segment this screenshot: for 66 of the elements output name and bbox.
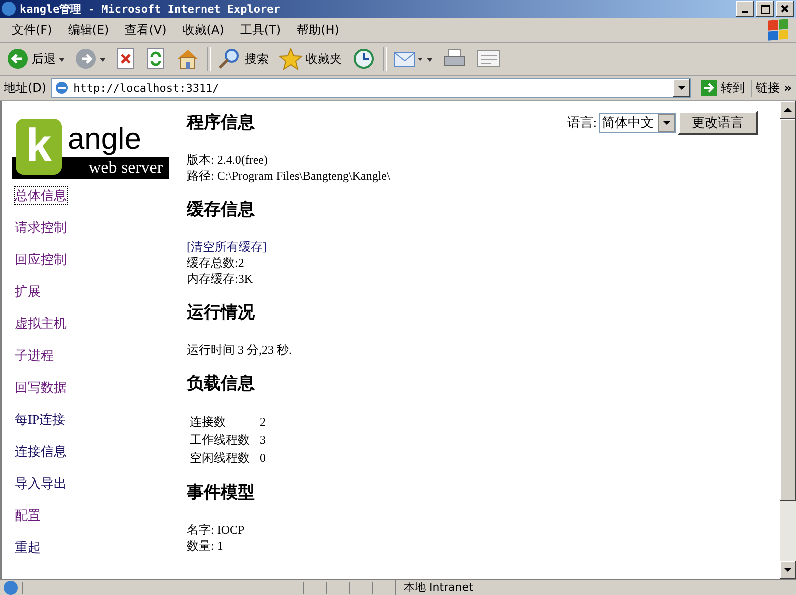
section-heading: 缓存信息 bbox=[187, 199, 255, 221]
section-heading: 运行情况 bbox=[187, 302, 255, 324]
section-heading: 程序信息 bbox=[187, 112, 255, 134]
windows-flag-icon bbox=[768, 19, 788, 41]
nav-link[interactable]: 每IP连接 bbox=[15, 411, 66, 428]
nav-link[interactable]: 扩展 bbox=[15, 283, 41, 300]
zone-text: 本地 Intranet bbox=[395, 580, 796, 595]
nav-link[interactable]: 配置 bbox=[15, 507, 41, 524]
section-heading: 事件模型 bbox=[187, 482, 255, 504]
dropdown-button[interactable] bbox=[673, 79, 690, 97]
arrow-circle-icon bbox=[7, 48, 29, 70]
info-text: 缓存总数:2 bbox=[187, 255, 246, 271]
nav-link[interactable]: 子进程 bbox=[15, 347, 54, 364]
info-text: 路径: C:\Program Files\Bangteng\Kangle\ bbox=[187, 168, 392, 184]
menu-item[interactable]: 编辑(E) bbox=[60, 22, 118, 38]
refresh-icon bbox=[146, 48, 166, 70]
table-cell-text: 空闲线程数 bbox=[190, 450, 251, 467]
table-cell-text: 0 bbox=[260, 450, 266, 467]
menu-item[interactable]: 查看(V) bbox=[117, 22, 175, 38]
info-text: 数量: 1 bbox=[187, 538, 224, 554]
nav-link[interactable]: 总体信息 bbox=[15, 187, 67, 204]
menu-item[interactable]: 文件(F) bbox=[4, 22, 60, 38]
star-icon bbox=[279, 48, 303, 70]
restore-button[interactable] bbox=[756, 1, 774, 17]
menu-item[interactable]: 收藏(A) bbox=[174, 22, 232, 38]
page-x-icon bbox=[116, 48, 136, 70]
info-text: 版本: 2.4.0(free) bbox=[187, 152, 269, 168]
toolbar-button[interactable]: 搜索 bbox=[215, 46, 272, 72]
section-heading: 负载信息 bbox=[187, 373, 255, 395]
notepad-icon bbox=[477, 48, 501, 70]
nav-link[interactable]: 重起 bbox=[15, 539, 41, 556]
address-field[interactable]: http://localhost:3311/ bbox=[50, 78, 692, 98]
language-select[interactable]: 简体中文 bbox=[599, 113, 676, 133]
nav-link[interactable]: 回写数据 bbox=[15, 379, 67, 396]
address-label: 地址(D) bbox=[4, 80, 47, 96]
nav-link[interactable]: 虚拟主机 bbox=[15, 315, 67, 332]
nav-link[interactable]: 请求控制 bbox=[15, 219, 67, 236]
info-text: 名字: IOCP bbox=[187, 522, 246, 538]
clear-cache-link[interactable]: [清空所有缓存] bbox=[187, 239, 780, 255]
table-cell-text: 2 bbox=[260, 414, 266, 431]
menu-item[interactable]: 工具(T) bbox=[232, 22, 290, 38]
close-button[interactable] bbox=[776, 1, 794, 17]
close-icon bbox=[781, 5, 789, 13]
menu-item[interactable]: 帮助(H) bbox=[289, 22, 348, 38]
toolbar-button[interactable]: 后退 bbox=[4, 46, 68, 72]
minimize-button[interactable] bbox=[736, 1, 754, 17]
chevron-button[interactable]: » bbox=[784, 81, 792, 95]
home-icon bbox=[176, 48, 200, 70]
search-icon bbox=[218, 48, 242, 70]
toolbar-button[interactable]: 收藏夹 bbox=[276, 46, 345, 72]
window-title: kangle管理 - Microsoft Internet Explorer bbox=[20, 2, 282, 16]
arrow-right-icon bbox=[701, 80, 718, 96]
info-text: 内存缓存:3K bbox=[187, 271, 254, 287]
nav-link[interactable]: 回应控制 bbox=[15, 251, 67, 268]
arrow-circle-icon bbox=[75, 48, 97, 70]
go-button[interactable]: 转到 bbox=[695, 80, 752, 96]
info-text: 运行时间 3 分,23 秒. bbox=[187, 342, 293, 358]
table-cell-text: 3 bbox=[260, 432, 266, 449]
nav-link[interactable]: 连接信息 bbox=[15, 443, 67, 460]
change-language-button[interactable]: 更改语言 bbox=[678, 111, 758, 135]
table-cell-text: 工作线程数 bbox=[190, 432, 251, 449]
nav-link[interactable]: 导入导出 bbox=[15, 475, 67, 492]
links-button[interactable]: 链接 bbox=[756, 80, 780, 96]
language-label: 语言: bbox=[567, 114, 597, 132]
scrollbar[interactable] bbox=[780, 101, 796, 579]
table-cell-text: 连接数 bbox=[190, 414, 227, 431]
